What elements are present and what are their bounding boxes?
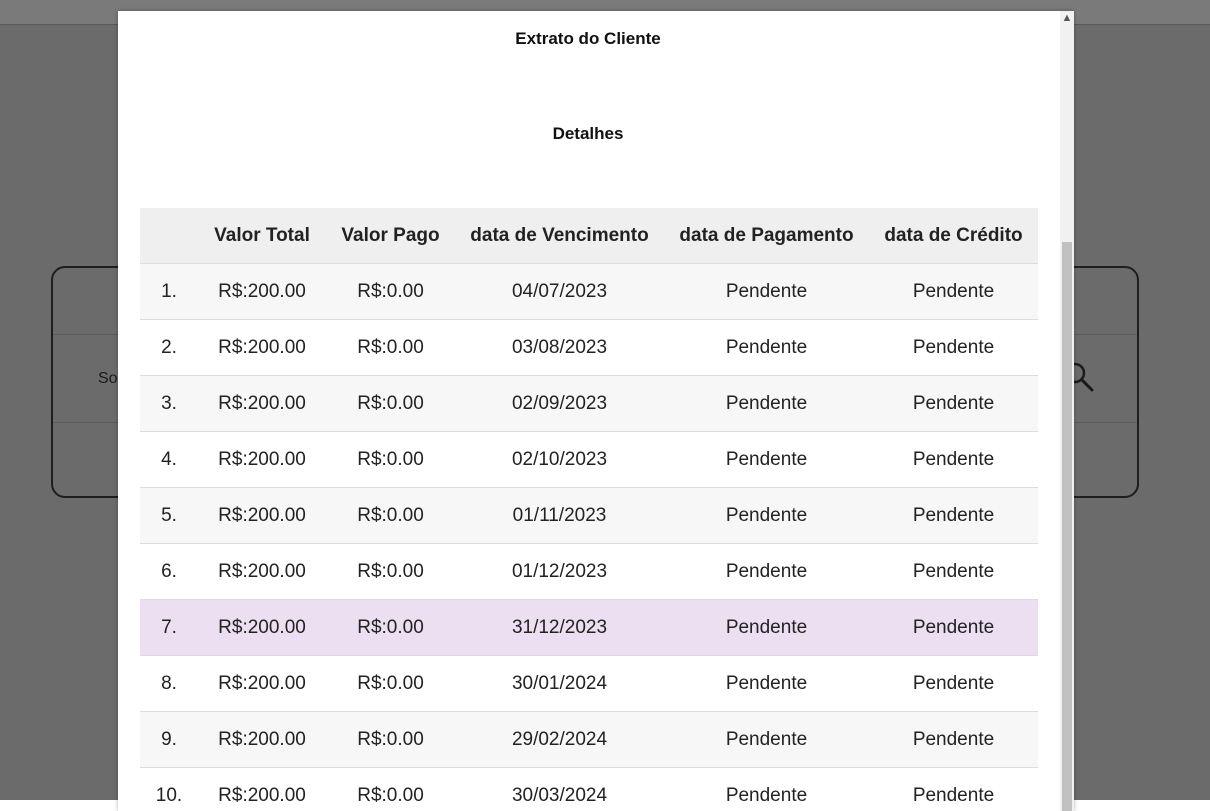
valor-pago-cell: R$:0.00 xyxy=(326,712,455,768)
column-header-index xyxy=(140,208,198,264)
table-row: 9. R$:200.00 R$:0.00 29/02/2024 Pendente… xyxy=(140,712,1038,768)
data-credito-cell: Pendente xyxy=(869,320,1038,376)
row-index: 10. xyxy=(140,768,198,811)
valor-pago-cell: R$:0.00 xyxy=(326,768,455,811)
data-vencimento-cell: 30/01/2024 xyxy=(455,656,664,712)
column-header-valor-total: Valor Total xyxy=(198,208,326,264)
data-vencimento-cell: 04/07/2023 xyxy=(455,264,664,320)
data-credito-cell: Pendente xyxy=(869,376,1038,432)
valor-total-cell: R$:200.00 xyxy=(198,712,326,768)
column-header-data-credito: data de Crédito xyxy=(869,208,1038,264)
data-pagamento-cell: Pendente xyxy=(664,600,869,656)
row-index: 5. xyxy=(140,488,198,544)
column-header-valor-pago: Valor Pago xyxy=(326,208,455,264)
column-header-data-pagamento: data de Pagamento xyxy=(664,208,869,264)
row-index: 8. xyxy=(140,656,198,712)
scrollbar-thumb[interactable] xyxy=(1062,242,1072,811)
modal-scrollbar[interactable]: ▲ xyxy=(1060,11,1074,811)
client-statement-modal: Extrato do Cliente Detalhes Valor Total … xyxy=(118,11,1074,811)
table-row: 6. R$:200.00 R$:0.00 01/12/2023 Pendente… xyxy=(140,544,1038,600)
table-row: 8. R$:200.00 R$:0.00 30/01/2024 Pendente… xyxy=(140,656,1038,712)
statement-table: Valor Total Valor Pago data de Venciment… xyxy=(140,208,1038,811)
data-pagamento-cell: Pendente xyxy=(664,432,869,488)
valor-pago-cell: R$:0.00 xyxy=(326,544,455,600)
table-row: 5. R$:200.00 R$:0.00 01/11/2023 Pendente… xyxy=(140,488,1038,544)
table-row: 3. R$:200.00 R$:0.00 02/09/2023 Pendente… xyxy=(140,376,1038,432)
data-vencimento-cell: 01/11/2023 xyxy=(455,488,664,544)
valor-total-cell: R$:200.00 xyxy=(198,320,326,376)
data-credito-cell: Pendente xyxy=(869,488,1038,544)
valor-pago-cell: R$:0.00 xyxy=(326,656,455,712)
data-vencimento-cell: 31/12/2023 xyxy=(455,600,664,656)
row-index: 4. xyxy=(140,432,198,488)
data-vencimento-cell: 29/02/2024 xyxy=(455,712,664,768)
table-row: 2. R$:200.00 R$:0.00 03/08/2023 Pendente… xyxy=(140,320,1038,376)
modal-subtitle: Detalhes xyxy=(118,124,1058,144)
valor-total-cell: R$:200.00 xyxy=(198,656,326,712)
data-pagamento-cell: Pendente xyxy=(664,712,869,768)
valor-total-cell: R$:200.00 xyxy=(198,544,326,600)
data-credito-cell: Pendente xyxy=(869,544,1038,600)
valor-pago-cell: R$:0.00 xyxy=(326,376,455,432)
data-pagamento-cell: Pendente xyxy=(664,488,869,544)
row-index: 3. xyxy=(140,376,198,432)
modal-title: Extrato do Cliente xyxy=(118,29,1058,49)
valor-pago-cell: R$:0.00 xyxy=(326,264,455,320)
data-credito-cell: Pendente xyxy=(869,656,1038,712)
table-row: 4. R$:200.00 R$:0.00 02/10/2023 Pendente… xyxy=(140,432,1038,488)
data-vencimento-cell: 30/03/2024 xyxy=(455,768,664,811)
valor-total-cell: R$:200.00 xyxy=(198,376,326,432)
data-pagamento-cell: Pendente xyxy=(664,320,869,376)
data-credito-cell: Pendente xyxy=(869,264,1038,320)
column-header-data-vencimento: data de Vencimento xyxy=(455,208,664,264)
valor-total-cell: R$:200.00 xyxy=(198,768,326,811)
data-pagamento-cell: Pendente xyxy=(664,768,869,811)
data-credito-cell: Pendente xyxy=(869,712,1038,768)
table-row: 10. R$:200.00 R$:0.00 30/03/2024 Pendent… xyxy=(140,768,1038,811)
data-vencimento-cell: 02/10/2023 xyxy=(455,432,664,488)
table-row: 1. R$:200.00 R$:0.00 04/07/2023 Pendente… xyxy=(140,264,1038,320)
scroll-up-arrow-icon[interactable]: ▲ xyxy=(1060,11,1074,25)
data-credito-cell: Pendente xyxy=(869,432,1038,488)
valor-total-cell: R$:200.00 xyxy=(198,600,326,656)
data-pagamento-cell: Pendente xyxy=(664,656,869,712)
row-index: 1. xyxy=(140,264,198,320)
table-header-row: Valor Total Valor Pago data de Venciment… xyxy=(140,208,1038,264)
data-credito-cell: Pendente xyxy=(869,768,1038,811)
valor-total-cell: R$:200.00 xyxy=(198,264,326,320)
row-index: 7. xyxy=(140,600,198,656)
valor-total-cell: R$:200.00 xyxy=(198,488,326,544)
row-index: 6. xyxy=(140,544,198,600)
valor-total-cell: R$:200.00 xyxy=(198,432,326,488)
valor-pago-cell: R$:0.00 xyxy=(326,432,455,488)
valor-pago-cell: R$:0.00 xyxy=(326,600,455,656)
data-pagamento-cell: Pendente xyxy=(664,544,869,600)
row-index: 9. xyxy=(140,712,198,768)
data-pagamento-cell: Pendente xyxy=(664,376,869,432)
row-index: 2. xyxy=(140,320,198,376)
data-vencimento-cell: 03/08/2023 xyxy=(455,320,664,376)
data-vencimento-cell: 02/09/2023 xyxy=(455,376,664,432)
valor-pago-cell: R$:0.00 xyxy=(326,320,455,376)
data-pagamento-cell: Pendente xyxy=(664,264,869,320)
table-row-highlighted: 7. R$:200.00 R$:0.00 31/12/2023 Pendente… xyxy=(140,600,1038,656)
data-vencimento-cell: 01/12/2023 xyxy=(455,544,664,600)
valor-pago-cell: R$:0.00 xyxy=(326,488,455,544)
data-credito-cell: Pendente xyxy=(869,600,1038,656)
card-label: So xyxy=(98,370,118,388)
